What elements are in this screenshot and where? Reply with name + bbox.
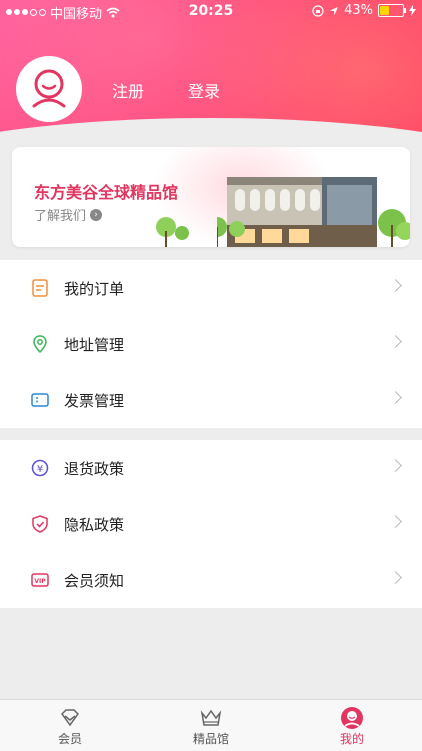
menu-item-label: 我的订单: [64, 280, 125, 298]
chevron-right-icon: [389, 279, 402, 292]
chevron-right-icon: [389, 459, 402, 472]
status-right: 43%: [312, 3, 416, 18]
order-icon: [32, 279, 48, 297]
charging-icon: [409, 5, 416, 16]
banner-title: 东方美谷全球精品馆: [34, 183, 179, 202]
svg-text:VIP: VIP: [34, 578, 46, 585]
invoice-icon: [31, 393, 49, 407]
tab-label: 会员: [57, 732, 82, 746]
banner-subtitle: 了解我们: [34, 209, 87, 224]
chevron-right-icon: [389, 571, 402, 584]
register-link[interactable]: 注册: [112, 82, 144, 101]
menu-item-refund-policy[interactable]: ¥ 退货政策: [0, 440, 422, 496]
chevron-right-icon: ›: [90, 208, 103, 221]
battery-icon: [378, 4, 406, 17]
tab-member[interactable]: 会员: [0, 700, 140, 751]
menu-item-privacy-policy[interactable]: 隐私政策: [0, 496, 422, 552]
menu-item-label: 退货政策: [64, 460, 125, 478]
avatar[interactable]: [16, 56, 82, 122]
about-banner[interactable]: 东方美谷全球精品馆 了解我们 ›: [12, 147, 410, 247]
menu-item-label: 会员须知: [64, 572, 125, 590]
profile-icon: [341, 707, 363, 729]
tab-mine[interactable]: 我的: [282, 700, 422, 751]
user-avatar-icon: [32, 69, 66, 108]
tab-label: 精品馆: [192, 732, 229, 746]
menu-item-label: 发票管理: [64, 392, 125, 410]
tab-boutique[interactable]: 精品馆: [141, 700, 281, 751]
shield-icon: [32, 515, 48, 533]
menu-item-label: 地址管理: [64, 336, 125, 354]
menu-item-invoice[interactable]: 发票管理: [0, 372, 422, 428]
vip-icon: VIP: [31, 573, 49, 587]
status-bar: 中国移动 20:25 43%: [0, 0, 422, 22]
building-illustration: [217, 177, 410, 247]
auth-links: 注册 登录: [112, 78, 264, 102]
rotation-lock-icon: [312, 4, 324, 17]
banner-link[interactable]: 了解我们 ›: [34, 205, 103, 224]
chevron-right-icon: [389, 515, 402, 528]
menu-item-my-orders[interactable]: 我的订单: [0, 260, 422, 316]
menu-group-policies: ¥ 退货政策 隐私政策 VIP 会员须知: [0, 440, 422, 608]
chevron-right-icon: [389, 335, 402, 348]
refund-icon: ¥: [31, 459, 49, 477]
diamond-icon: [61, 709, 79, 727]
menu-group-orders: 我的订单 地址管理 发票管理: [0, 260, 422, 428]
svg-text:¥: ¥: [37, 464, 43, 475]
tab-label: 我的: [339, 732, 364, 746]
menu-item-address[interactable]: 地址管理: [0, 316, 422, 372]
tree-illustration: [156, 217, 189, 247]
login-link[interactable]: 登录: [188, 82, 220, 101]
tab-bar: 会员 精品馆 我的: [0, 699, 422, 751]
location-arrow-icon: [330, 6, 339, 15]
menu-item-label: 隐私政策: [64, 516, 125, 534]
chevron-right-icon: [389, 391, 402, 404]
battery-percent: 43%: [344, 3, 373, 18]
location-pin-icon: [33, 335, 47, 354]
menu-item-member-notice[interactable]: VIP 会员须知: [0, 552, 422, 608]
crown-icon: [200, 709, 222, 726]
